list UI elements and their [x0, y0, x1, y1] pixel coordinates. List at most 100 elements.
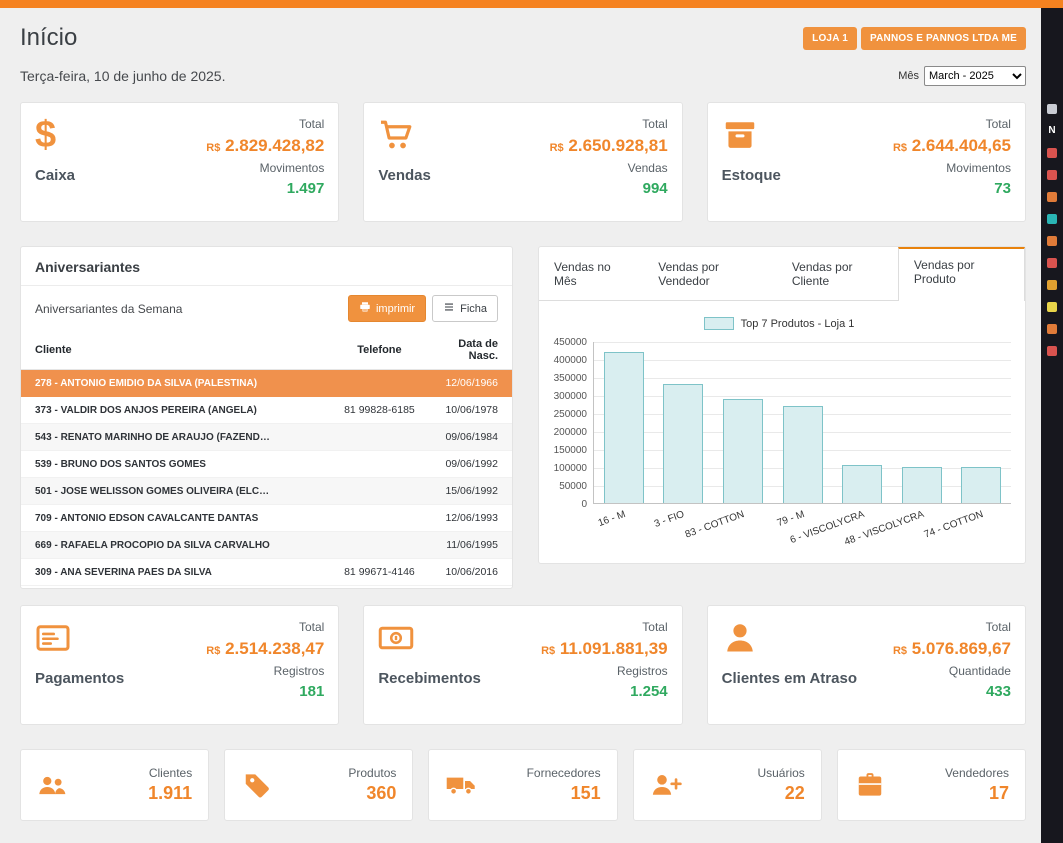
menu-icon[interactable] [1047, 236, 1057, 246]
client-birthdate: 12/06/1966 [433, 370, 512, 397]
menu-icon[interactable] [1047, 346, 1057, 356]
total-label: Total [986, 620, 1011, 634]
birthday-row[interactable]: 669 - RAFAELA PROCOPIO DA SILVA CARVALHO… [21, 532, 512, 559]
bar-6-viscolycra [842, 465, 882, 503]
menu-icon[interactable] [1047, 192, 1057, 202]
stat-card-right: Total R$ 2.650.928,81 Vendas 994 [550, 117, 668, 209]
month-select[interactable]: March - 2025 [924, 66, 1026, 86]
mini-card-right: Clientes 1.911 [148, 766, 192, 804]
total-value: R$ 2.514.238,47 [206, 639, 324, 659]
count-value: 1.254 [630, 683, 668, 700]
count-label: Movimentos [260, 161, 325, 175]
birthday-row[interactable]: 501 - JOSE WELISSON GOMES OLIVEIRA (ELC…… [21, 478, 512, 505]
store-button-pannos-e-pannos-ltda-me[interactable]: PANNOS E PANNOS LTDA ME [861, 27, 1026, 50]
bar-74-cotton [961, 467, 1001, 503]
client-birthdate: 11/06/1995 [433, 532, 512, 559]
right-sidebar[interactable]: N [1041, 8, 1063, 843]
birthday-row[interactable]: 539 - BRUNO DOS SANTOS GOMES 09/06/1992 [21, 451, 512, 478]
client-name: 501 - JOSE WELISSON GOMES OLIVEIRA (ELC… [21, 478, 325, 505]
mini-card-label: Fornecedores [527, 766, 601, 780]
top-accent-bar [0, 0, 1063, 8]
total-label: Total [986, 117, 1011, 131]
menu-icon[interactable] [1047, 302, 1057, 312]
menu-icon[interactable] [1047, 170, 1057, 180]
mini-card-label: Produtos [348, 766, 396, 780]
client-phone [325, 532, 433, 559]
mini-card-label: Usuários [757, 766, 804, 780]
menu-icon[interactable] [1047, 258, 1057, 268]
sales-tabs: Vendas no MêsVendas por VendedorVendas p… [539, 247, 1025, 301]
mini-card-right: Fornecedores 151 [527, 766, 601, 804]
client-phone: 81 99671-4146 [325, 559, 433, 586]
mini-card-label: Vendedores [945, 766, 1009, 780]
menu-icon[interactable] [1047, 280, 1057, 290]
bar-slot [713, 342, 773, 503]
mini-card-clientes: Clientes 1.911 [20, 749, 209, 821]
middle-row: Aniversariantes Aniversariantes da Seman… [20, 246, 1026, 589]
stat-card-left: Recebimentos [378, 620, 481, 712]
people-icon [37, 770, 71, 800]
client-name: 543 - RENATO MARINHO DE ARAUJO (FAZEND… [21, 424, 325, 451]
print-button[interactable]: imprimir [348, 295, 426, 322]
briefcase-icon [854, 770, 888, 800]
client-phone: 81 99828-6185 [325, 397, 433, 424]
chart-y-axis: 0500001000001500002000002500003000003500… [547, 342, 593, 504]
stat-card-recebimentos: Recebimentos Total R$ 11.091.881,39 Regi… [363, 605, 682, 725]
client-birthdate: 10/06/1978 [433, 397, 512, 424]
bar-83-cotton [723, 399, 763, 503]
birthday-row[interactable]: 278 - ANTONIO EMIDIO DA SILVA (PALESTINA… [21, 370, 512, 397]
menu-icon[interactable]: N [1048, 126, 1055, 136]
dashboard-page: N Início LOJA 1PANNOS E PANNOS LTDA ME T… [0, 0, 1063, 843]
birthday-row[interactable]: 373 - VALDIR DOS ANJOS PEREIRA (ANGELA) … [21, 397, 512, 424]
tab-vendas-por-cliente[interactable]: Vendas por Cliente [777, 247, 898, 300]
bar-slot [594, 342, 654, 503]
bar-3-fio [663, 384, 703, 503]
menu-icon[interactable] [1047, 214, 1057, 224]
menu-icon[interactable] [1047, 148, 1057, 158]
x-tick-label: 16 - M [596, 509, 626, 529]
ficha-button[interactable]: Ficha [432, 295, 498, 322]
count-label: Quantidade [949, 664, 1011, 678]
store-button-loja-1[interactable]: LOJA 1 [803, 27, 857, 50]
client-birthdate: 09/06/1992 [433, 451, 512, 478]
mini-card-value: 17 [945, 783, 1009, 804]
count-label: Registros [617, 664, 668, 678]
store-buttons: LOJA 1PANNOS E PANNOS LTDA ME [803, 27, 1026, 50]
birthdays-title: Aniversariantes [21, 247, 512, 286]
stat-card-title: Estoque [722, 167, 781, 184]
bar-slot [951, 342, 1011, 503]
client-phone [325, 478, 433, 505]
bar-48-viscolycra [902, 467, 942, 503]
total-value: R$ 11.091.881,39 [541, 639, 668, 659]
money-icon [378, 620, 418, 658]
y-tick-label: 400000 [554, 355, 587, 366]
mini-card-value: 360 [348, 783, 396, 804]
menu-icon[interactable] [1047, 104, 1057, 114]
stat-card-left: Clientes em Atraso [722, 620, 857, 712]
tab-vendas-por-vendedor[interactable]: Vendas por Vendedor [643, 247, 777, 300]
x-tick-label: 3 - FIO [653, 509, 686, 530]
bar-slot [773, 342, 833, 503]
stat-card-clientes-em-atraso: Clientes em Atraso Total R$ 5.076.869,67… [707, 605, 1026, 725]
sales-panel: Vendas no MêsVendas por VendedorVendas p… [538, 246, 1026, 564]
count-label: Movimentos [946, 161, 1011, 175]
birthday-row[interactable]: 709 - ANTONIO EDSON CAVALCANTE DANTAS 12… [21, 505, 512, 532]
birthdays-card: Aniversariantes Aniversariantes da Seman… [20, 246, 513, 589]
x-tick-label: 79 - M [775, 509, 805, 529]
mini-card-row: Clientes 1.911 Produtos 360 Fornecedores… [20, 749, 1026, 821]
birthday-row[interactable]: 309 - ANA SEVERINA PAES DA SILVA 81 9967… [21, 559, 512, 586]
stat-card-left: Estoque [722, 117, 781, 209]
birthdays-buttons: imprimir Ficha [348, 295, 498, 322]
birthday-row[interactable]: 543 - RENATO MARINHO DE ARAUJO (FAZEND… … [21, 424, 512, 451]
tab-vendas-por-produto[interactable]: Vendas por Produto [898, 247, 1025, 301]
birthdays-table: Cliente Telefone Data de Nasc. 278 - ANT… [21, 331, 512, 586]
y-tick-label: 350000 [554, 373, 587, 384]
total-value: R$ 5.076.869,67 [893, 639, 1011, 659]
tab-vendas-no-mes[interactable]: Vendas no Mês [539, 247, 643, 300]
client-name: 373 - VALDIR DOS ANJOS PEREIRA (ANGELA) [21, 397, 325, 424]
print-button-label: imprimir [376, 303, 415, 315]
person-icon [722, 620, 762, 658]
count-value: 994 [643, 180, 668, 197]
stat-card-right: Total R$ 5.076.869,67 Quantidade 433 [893, 620, 1011, 712]
menu-icon[interactable] [1047, 324, 1057, 334]
